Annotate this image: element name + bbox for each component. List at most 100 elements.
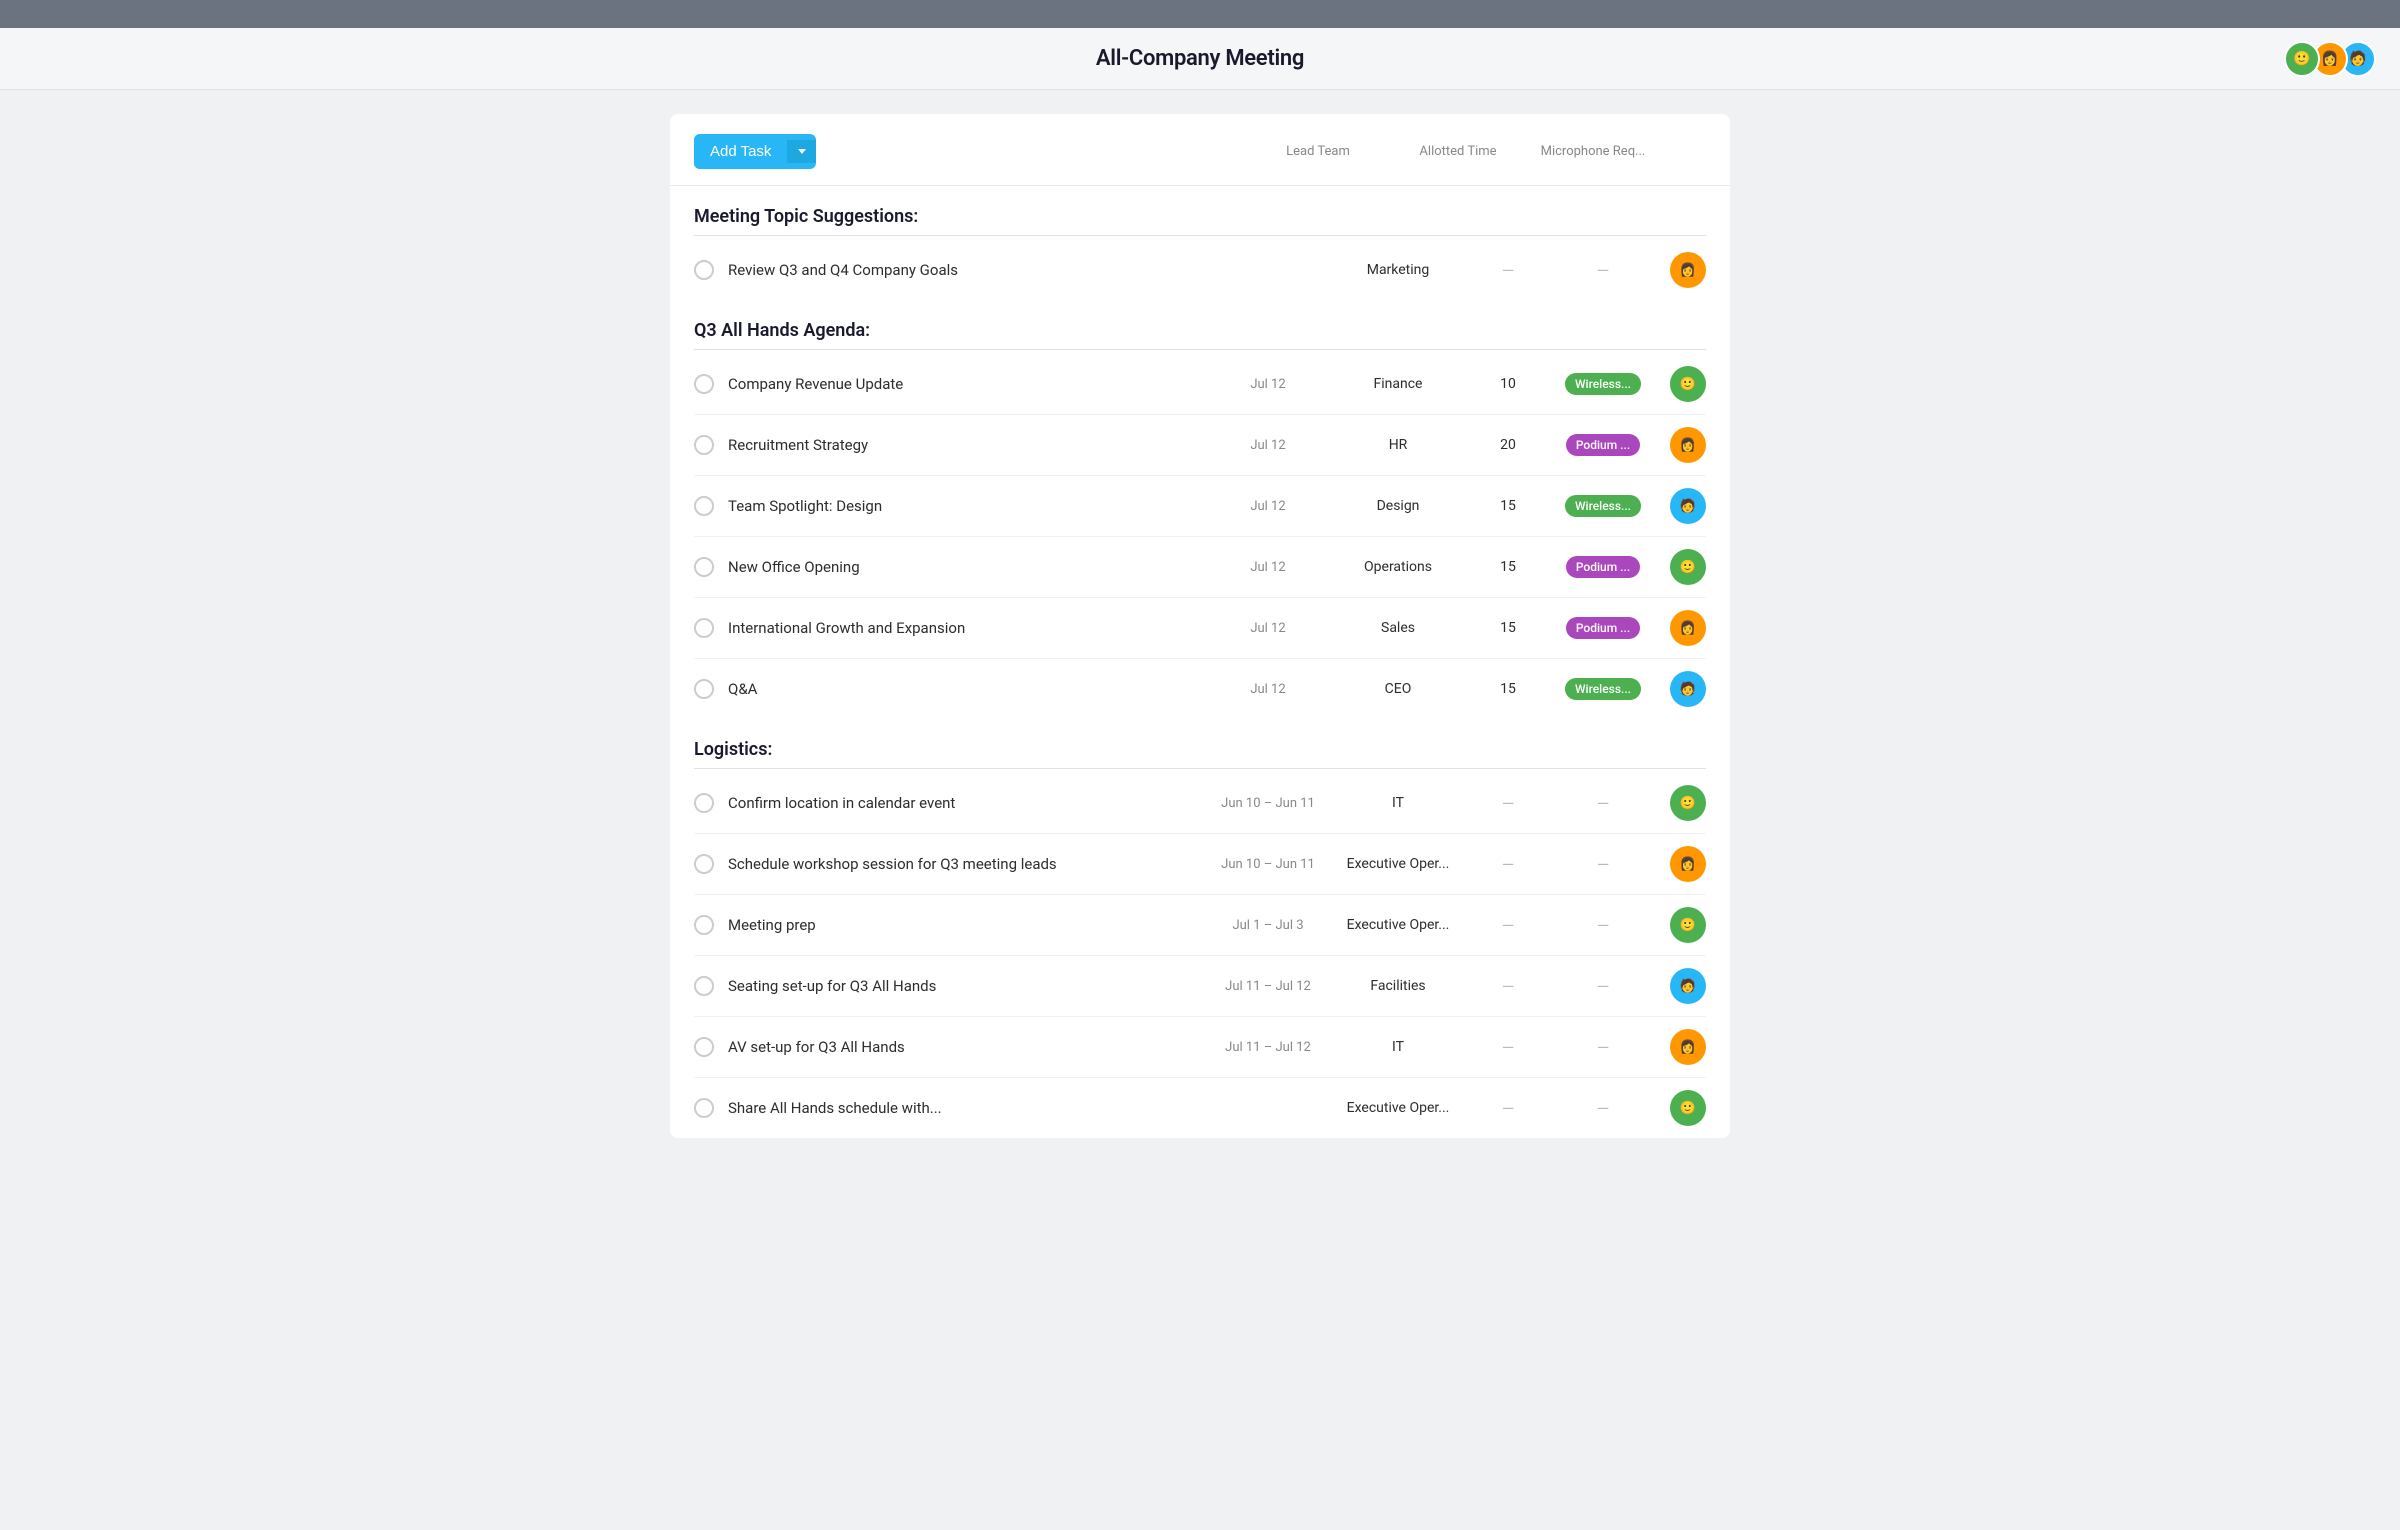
task-avatar[interactable]: 👩 bbox=[1670, 610, 1706, 646]
task-checkbox[interactable] bbox=[694, 1037, 714, 1057]
task-avatar[interactable]: 👩 bbox=[1670, 252, 1706, 288]
task-avatar[interactable]: 👩 bbox=[1670, 846, 1706, 882]
task-name: Seating set-up for Q3 All Hands bbox=[728, 977, 1208, 995]
task-lead: Operations bbox=[1328, 559, 1468, 575]
header: All-Company Meeting 🙂 👩 🧑 bbox=[0, 28, 2400, 90]
task-checkbox[interactable] bbox=[694, 679, 714, 699]
task-name: New Office Opening bbox=[728, 558, 1208, 576]
task-checkbox[interactable] bbox=[694, 976, 714, 996]
task-time-dash: — bbox=[1468, 977, 1548, 996]
task-name: Share All Hands schedule with... bbox=[728, 1099, 1208, 1117]
task-checkbox[interactable] bbox=[694, 435, 714, 455]
task-avatar[interactable]: 🙂 bbox=[1670, 907, 1706, 943]
task-avatar[interactable]: 👩 bbox=[1670, 427, 1706, 463]
task-checkbox[interactable] bbox=[694, 260, 714, 280]
task-time: 10 bbox=[1468, 376, 1548, 392]
task-lead: Executive Oper... bbox=[1328, 856, 1468, 872]
task-avatar[interactable]: 👩 bbox=[1670, 1029, 1706, 1065]
task-checkbox[interactable] bbox=[694, 618, 714, 638]
section-meeting-topic-suggestions: Meeting Topic Suggestions: Review Q3 and … bbox=[670, 186, 1730, 300]
toolbar-right: Lead Team Allotted Time Microphone Req..… bbox=[1248, 144, 1706, 159]
task-panel: Add Task Lead Team Allotted Time Microph… bbox=[670, 114, 1730, 1138]
section-title: Q3 All Hands Agenda: bbox=[694, 300, 1706, 349]
task-checkbox[interactable] bbox=[694, 915, 714, 935]
toolbar: Add Task Lead Team Allotted Time Microph… bbox=[670, 134, 1730, 186]
task-mic-dash: — bbox=[1548, 855, 1658, 874]
task-avatar[interactable]: 🙂 bbox=[1670, 549, 1706, 585]
mic-badge[interactable]: Wireless... bbox=[1565, 495, 1641, 517]
task-lead: IT bbox=[1328, 795, 1468, 811]
chevron-down-icon bbox=[798, 149, 806, 154]
task-time-dash: — bbox=[1468, 1038, 1548, 1057]
task-mic-dash: — bbox=[1548, 794, 1658, 813]
section-divider bbox=[694, 235, 1706, 236]
section-q3-all-hands-agenda: Q3 All Hands Agenda: Company Revenue Upda… bbox=[670, 300, 1730, 719]
add-task-button[interactable]: Add Task bbox=[694, 134, 816, 169]
task-time-dash: — bbox=[1468, 1099, 1548, 1118]
task-mic-badge: Podium ... bbox=[1548, 434, 1658, 456]
mic-badge[interactable]: Wireless... bbox=[1565, 678, 1641, 700]
task-checkbox[interactable] bbox=[694, 557, 714, 577]
col-header-time: Allotted Time bbox=[1388, 144, 1528, 159]
mic-badge[interactable]: Podium ... bbox=[1566, 556, 1640, 578]
task-time-dash: — bbox=[1468, 916, 1548, 935]
task-avatar[interactable]: 🙂 bbox=[1670, 1090, 1706, 1126]
task-mic-badge: Wireless... bbox=[1548, 495, 1658, 517]
task-name: Schedule workshop session for Q3 meeting… bbox=[728, 855, 1208, 873]
task-avatar[interactable]: 🧑 bbox=[1670, 968, 1706, 1004]
task-mic-badge: Podium ... bbox=[1548, 556, 1658, 578]
task-date: Jun 10 – Jun 11 bbox=[1208, 857, 1328, 872]
page-body: Add Task Lead Team Allotted Time Microph… bbox=[0, 90, 2400, 1530]
task-name: International Growth and Expansion bbox=[728, 619, 1208, 637]
mic-badge[interactable]: Podium ... bbox=[1566, 434, 1640, 456]
page-title: All-Company Meeting bbox=[1096, 46, 1304, 71]
task-lead: Finance bbox=[1328, 376, 1468, 392]
task-checkbox[interactable] bbox=[694, 854, 714, 874]
task-lead: Sales bbox=[1328, 620, 1468, 636]
task-row: Team Spotlight: DesignJul 12Design15 Wire… bbox=[694, 476, 1706, 537]
sections-container: Meeting Topic Suggestions: Review Q3 and … bbox=[670, 186, 1730, 1138]
task-name: AV set-up for Q3 All Hands bbox=[728, 1038, 1208, 1056]
mic-badge[interactable]: Wireless... bbox=[1565, 373, 1641, 395]
task-mic-dash: — bbox=[1548, 1038, 1658, 1057]
avatar-1[interactable]: 🙂 bbox=[2284, 41, 2320, 77]
task-avatar[interactable]: 🙂 bbox=[1670, 785, 1706, 821]
add-task-label: Add Task bbox=[694, 134, 787, 169]
section-title: Logistics: bbox=[694, 719, 1706, 768]
col-header-mic: Microphone Req... bbox=[1528, 144, 1658, 159]
section-title: Meeting Topic Suggestions: bbox=[694, 186, 1706, 235]
task-date: Jun 10 – Jun 11 bbox=[1208, 796, 1328, 811]
task-name: Team Spotlight: Design bbox=[728, 497, 1208, 515]
task-avatar[interactable]: 🙂 bbox=[1670, 366, 1706, 402]
task-mic-dash: — bbox=[1548, 977, 1658, 996]
top-bar bbox=[0, 0, 2400, 28]
task-row: Schedule workshop session for Q3 meeting… bbox=[694, 834, 1706, 895]
task-avatar[interactable]: 🧑 bbox=[1670, 488, 1706, 524]
task-time: 15 bbox=[1468, 498, 1548, 514]
task-date: Jul 12 bbox=[1208, 560, 1328, 575]
task-time: 15 bbox=[1468, 559, 1548, 575]
task-date: Jul 12 bbox=[1208, 499, 1328, 514]
task-row: Company Revenue UpdateJul 12Finance10Wir… bbox=[694, 354, 1706, 415]
task-time: 15 bbox=[1468, 681, 1548, 697]
task-row: New Office OpeningJul 12Operations15 Podi… bbox=[694, 537, 1706, 598]
add-task-dropdown[interactable] bbox=[787, 140, 816, 163]
task-row: Seating set-up for Q3 All HandsJul 11 – … bbox=[694, 956, 1706, 1017]
task-checkbox[interactable] bbox=[694, 793, 714, 813]
task-checkbox[interactable] bbox=[694, 374, 714, 394]
task-lead: Design bbox=[1328, 498, 1468, 514]
task-date: Jul 11 – Jul 12 bbox=[1208, 979, 1328, 994]
task-checkbox[interactable] bbox=[694, 496, 714, 516]
task-mic-dash: — bbox=[1548, 261, 1658, 280]
task-checkbox[interactable] bbox=[694, 1098, 714, 1118]
task-name: Company Revenue Update bbox=[728, 375, 1208, 393]
task-mic-badge: Podium ... bbox=[1548, 617, 1658, 639]
task-date: Jul 12 bbox=[1208, 438, 1328, 453]
task-date: Jul 12 bbox=[1208, 621, 1328, 636]
task-date: Jul 12 bbox=[1208, 682, 1328, 697]
col-header-lead: Lead Team bbox=[1248, 144, 1388, 159]
task-avatar[interactable]: 🧑 bbox=[1670, 671, 1706, 707]
task-row: Share All Hands schedule with...Executiv… bbox=[694, 1078, 1706, 1138]
task-name: Review Q3 and Q4 Company Goals bbox=[728, 261, 1208, 279]
mic-badge[interactable]: Podium ... bbox=[1566, 617, 1640, 639]
